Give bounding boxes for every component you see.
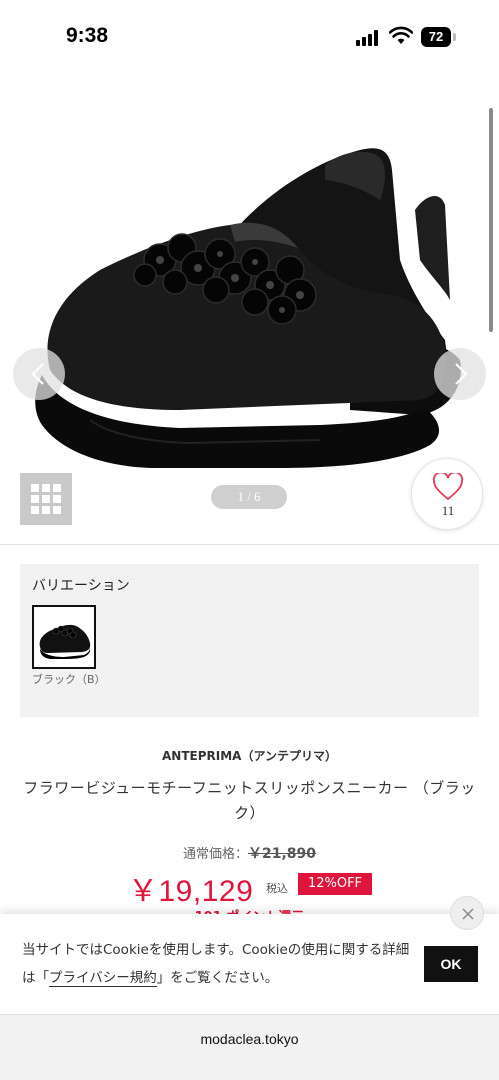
- scrollbar[interactable]: [489, 108, 493, 332]
- variation-title: バリエーション: [32, 578, 130, 594]
- battery-level: 72: [421, 27, 451, 47]
- next-image-button[interactable]: [434, 348, 486, 400]
- divider: [0, 544, 499, 545]
- regular-price: 通常価格：￥21,890: [0, 843, 499, 863]
- product-gallery[interactable]: [0, 90, 499, 470]
- cookie-close-button[interactable]: [450, 896, 484, 930]
- clock: 9:38: [66, 24, 109, 47]
- battery-icon: 72: [421, 27, 457, 47]
- shoe-thumbnail-image: [39, 624, 91, 659]
- favorite-count: 11: [441, 503, 455, 518]
- previous-image-button[interactable]: [13, 348, 65, 400]
- cookie-text-after: 」をご覧ください。: [156, 970, 279, 986]
- sale-price-row: ￥19,129 税込 12%OFF: [0, 866, 499, 908]
- regular-price-value: ￥21,890: [247, 846, 317, 862]
- status-bar: 9:38 72: [0, 0, 499, 70]
- brand-name[interactable]: ANTEPRIMA（アンテプリマ）: [0, 747, 499, 764]
- variation-thumbnail[interactable]: [32, 605, 96, 669]
- sale-price: ￥19,129: [128, 875, 254, 908]
- product-image[interactable]: [20, 90, 480, 470]
- heart-icon: [433, 473, 463, 501]
- favorite-button[interactable]: 11: [411, 458, 483, 530]
- cookie-ok-button[interactable]: OK: [424, 946, 478, 982]
- url-text[interactable]: modaclea.tokyo: [0, 1031, 499, 1047]
- cookie-message: 当サイトではCookieを使用します。Cookieの使用に関する詳細は「プライバ…: [22, 936, 417, 992]
- thumbnail-grid-button[interactable]: [20, 473, 72, 525]
- chevron-left-icon: [31, 363, 44, 385]
- image-page-indicator: 1 / 6: [211, 485, 287, 509]
- wifi-icon: [389, 26, 413, 44]
- cellular-signal-icon: [356, 30, 382, 46]
- cookie-banner: 当サイトではCookieを使用します。Cookieの使用に関する詳細は「プライバ…: [0, 896, 499, 1014]
- browser-address-bar[interactable]: modaclea.tokyo: [0, 1014, 499, 1080]
- regular-price-label: 通常価格：: [182, 847, 248, 862]
- variation-label[interactable]: ブラック（B）: [32, 672, 106, 688]
- chevron-right-icon: [455, 363, 468, 385]
- tax-label: 税込: [266, 882, 288, 895]
- product-title: フラワービジューモチーフニットスリッポンスニーカー （ブラック）: [23, 779, 476, 822]
- discount-badge: 12%OFF: [298, 873, 372, 895]
- privacy-policy-link[interactable]: プライバシー規約: [49, 970, 157, 987]
- variation-section: バリエーション ブラック（B）: [20, 564, 479, 717]
- close-icon: [462, 908, 474, 920]
